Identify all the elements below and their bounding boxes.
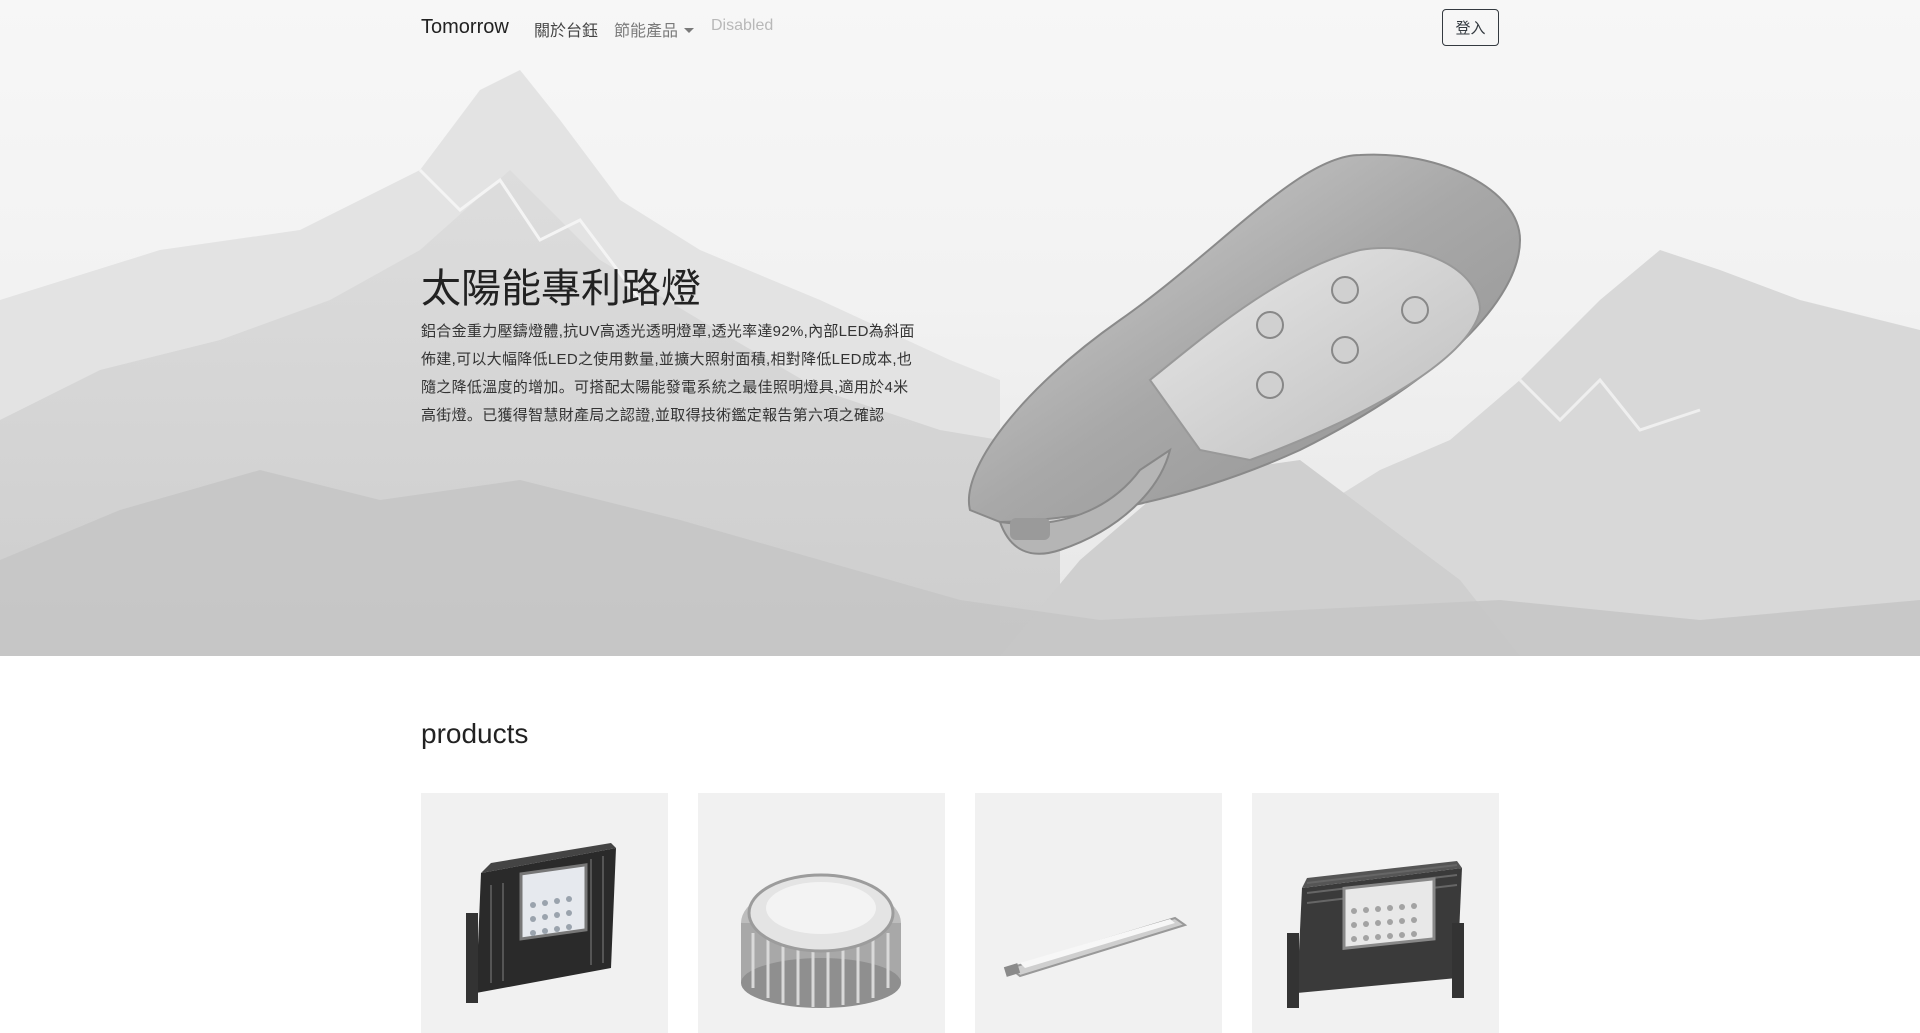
nav-link-disabled: Disabled	[711, 17, 774, 34]
round-led-light-image	[741, 873, 901, 1008]
brand-logo[interactable]: Tomorrow	[421, 16, 509, 39]
product-card-floodlight[interactable]	[421, 793, 668, 1033]
hero-banner	[0, 0, 1920, 656]
hero-title: 太陽能專利路燈	[421, 267, 701, 311]
caret-down-icon	[684, 28, 695, 33]
nav-dropdown-products[interactable]: 節能產品	[614, 17, 695, 41]
dual-floodlight-image	[1287, 861, 1464, 1008]
linear-led-bar-image	[1003, 916, 1188, 978]
product-card-linear-bar[interactable]	[975, 793, 1222, 1033]
nav-dropdown-products-label: 節能產品	[614, 23, 679, 40]
product-card-round-light[interactable]	[698, 793, 945, 1033]
products-heading: products	[421, 718, 529, 749]
top-navbar: Tomorrow 關於台鈺 節能產品 Disabled 登入	[421, 0, 1499, 56]
street-lamp-image	[967, 153, 1522, 555]
login-button[interactable]: 登入	[1442, 9, 1499, 46]
floodlight-image	[466, 843, 616, 1003]
product-card-dual-floodlight[interactable]	[1252, 793, 1499, 1033]
hero-description: 鋁合金重力壓鑄燈體,抗UV高透光透明燈罩,透光率達92%,內部LED為斜面佈建,…	[421, 323, 915, 424]
nav-link-about[interactable]: 關於台鈺	[534, 17, 598, 41]
